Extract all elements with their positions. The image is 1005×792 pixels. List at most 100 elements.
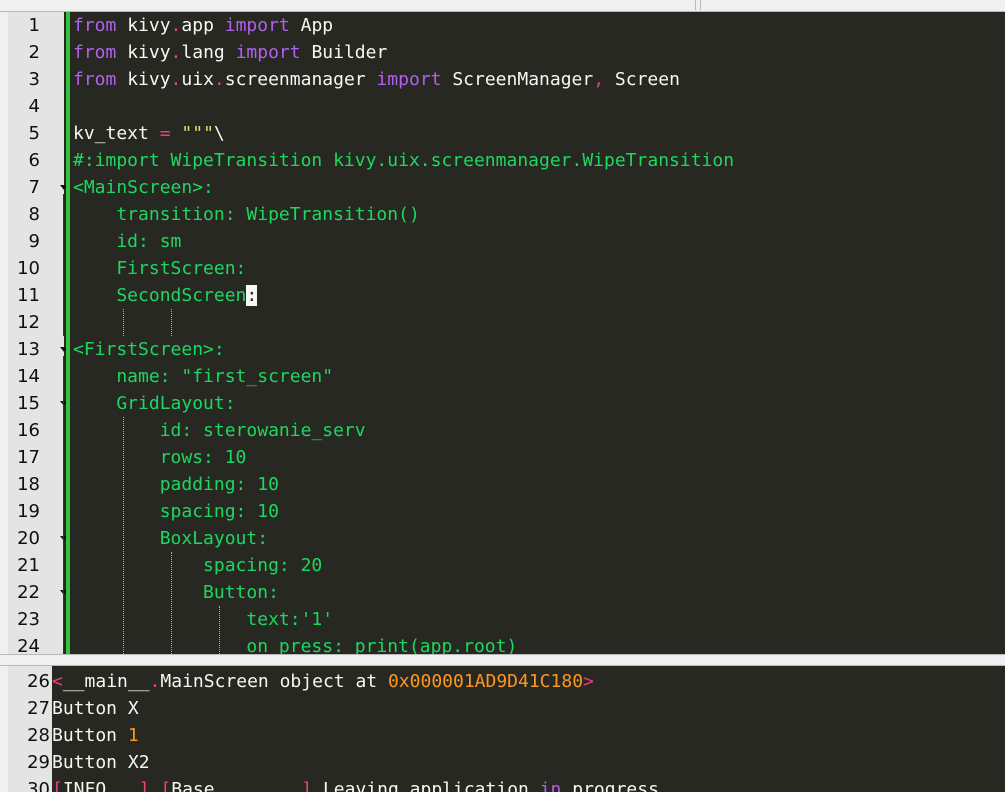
console-line-number: 27	[27, 698, 50, 719]
console-token: .	[149, 671, 161, 692]
line-number: 16	[17, 420, 40, 441]
line-number: 24	[17, 636, 40, 654]
code-line[interactable]: Button:	[73, 579, 279, 606]
line-number: 13	[17, 339, 40, 360]
tab-bar-divider	[700, 0, 701, 10]
line-number: 5	[28, 123, 40, 144]
console-line: <__main__.MainScreen object at 0x000001A…	[52, 668, 594, 695]
code-token: screenmanager	[224, 69, 377, 90]
tab-bar-left[interactable]	[0, 0, 696, 10]
code-token: """	[181, 123, 214, 144]
code-line[interactable]: from kivy.uix.screenmanager import Scree…	[73, 66, 680, 93]
console-token: in	[539, 779, 562, 792]
indent-guide	[219, 606, 220, 654]
console-token: progress	[561, 779, 659, 792]
change-marker-bar	[66, 12, 70, 654]
code-token: kivy	[116, 69, 171, 90]
code-token: app	[181, 15, 225, 36]
code-line[interactable]: <MainScreen>:	[73, 174, 214, 201]
code-line[interactable]: from kivy.lang import Builder	[73, 39, 387, 66]
code-token: .	[213, 69, 225, 90]
line-number: 22	[17, 582, 40, 603]
line-number: 21	[17, 555, 40, 576]
line-number: 2	[28, 42, 40, 63]
console-token: ]	[301, 779, 313, 792]
console-token: .	[669, 779, 681, 792]
code-line[interactable]: #:import WipeTransition kivy.uix.screenm…	[73, 147, 734, 174]
console-line-number: 30	[27, 779, 50, 792]
text-cursor: :	[246, 285, 258, 306]
top-toolbar-strip	[0, 0, 1005, 12]
code-line[interactable]: SecondScreen:	[73, 282, 258, 309]
code-line[interactable]: <FirstScreen>:	[73, 336, 225, 363]
code-editor[interactable]: 1 from kivy.app import App 2 from kivy.lang…	[8, 12, 1005, 654]
code-token: Button:	[73, 582, 279, 603]
console-line-number: 29	[27, 752, 50, 773]
code-token: on_press: print(app.root)	[73, 636, 518, 654]
line-number: 11	[17, 285, 40, 306]
code-line[interactable]: FirstScreen:	[73, 255, 246, 282]
code-token: from	[73, 42, 117, 63]
console-token: [	[52, 779, 63, 792]
code-token: padding: 10	[73, 474, 279, 495]
code-token: Screen	[604, 69, 680, 90]
code-token: kv_text	[73, 123, 160, 144]
indent-guide	[171, 552, 172, 654]
console-token: INFO	[62, 779, 139, 792]
code-token: lang	[181, 42, 236, 63]
indent-guide	[123, 309, 124, 336]
console-token: .	[658, 779, 670, 792]
code-line[interactable]: text:'1'	[73, 606, 333, 633]
code-token: from	[73, 15, 117, 36]
console-token: __main__	[62, 671, 150, 692]
code-token: transition: WipeTransition()	[73, 204, 420, 225]
line-number: 18	[17, 474, 40, 495]
code-line[interactable]: padding: 10	[73, 471, 279, 498]
line-number: 6	[28, 150, 40, 171]
code-token: .	[170, 69, 182, 90]
code-token: rows: 10	[73, 447, 247, 468]
code-line[interactable]: BoxLayout:	[73, 525, 268, 552]
line-number: 3	[28, 69, 40, 90]
code-token: \	[213, 123, 225, 144]
code-token: <MainScreen>:	[73, 177, 214, 198]
code-token: ScreenManager	[441, 69, 594, 90]
console-token: >	[583, 671, 594, 692]
code-token: ,	[593, 69, 605, 90]
code-line[interactable]: transition: WipeTransition()	[73, 201, 420, 228]
code-token: =	[159, 123, 171, 144]
code-token: kivy	[116, 42, 171, 63]
code-token: #:import WipeTransition kivy.uix.screenm…	[73, 150, 735, 171]
code-token: spacing: 10	[73, 501, 279, 522]
code-line[interactable]: spacing: 10	[73, 498, 279, 525]
output-console[interactable]: 26 <__main__.MainScreen object at 0x00000…	[8, 666, 1005, 792]
code-token: id: sm	[73, 231, 182, 252]
fold-range-line	[63, 599, 64, 654]
code-line[interactable]: spacing: 20	[73, 552, 322, 579]
code-line[interactable]: id: sterowanie_serv	[73, 417, 366, 444]
line-number: 20	[17, 528, 40, 549]
console-token: Button X2	[52, 752, 150, 773]
code-line[interactable]: id: sm	[73, 228, 181, 255]
console-token: <	[52, 671, 63, 692]
code-line[interactable]: GridLayout:	[73, 390, 235, 417]
code-token: uix	[181, 69, 214, 90]
console-line-number: 28	[27, 725, 50, 746]
code-line[interactable]: kv_text = """\	[73, 120, 225, 147]
fold-range-line	[63, 194, 64, 336]
pane-splitter[interactable]	[0, 654, 1005, 666]
code-line[interactable]: name: "first_screen"	[73, 363, 333, 390]
console-token: [	[160, 779, 172, 792]
code-line[interactable]: from kivy.app import App	[73, 12, 333, 39]
code-token: SecondScreen	[73, 285, 247, 306]
line-number: 17	[17, 447, 40, 468]
indent-guide	[171, 309, 172, 336]
line-number: 4	[28, 96, 40, 117]
code-token: name: "first_screen"	[73, 366, 334, 387]
console-token: Leaving application	[312, 779, 540, 792]
code-token: import	[376, 69, 442, 90]
code-line[interactable]: rows: 10	[73, 444, 247, 471]
code-line[interactable]: on_press: print(app.root)	[73, 633, 517, 654]
code-token: BoxLayout:	[73, 528, 269, 549]
code-token: FirstScreen:	[73, 258, 247, 279]
